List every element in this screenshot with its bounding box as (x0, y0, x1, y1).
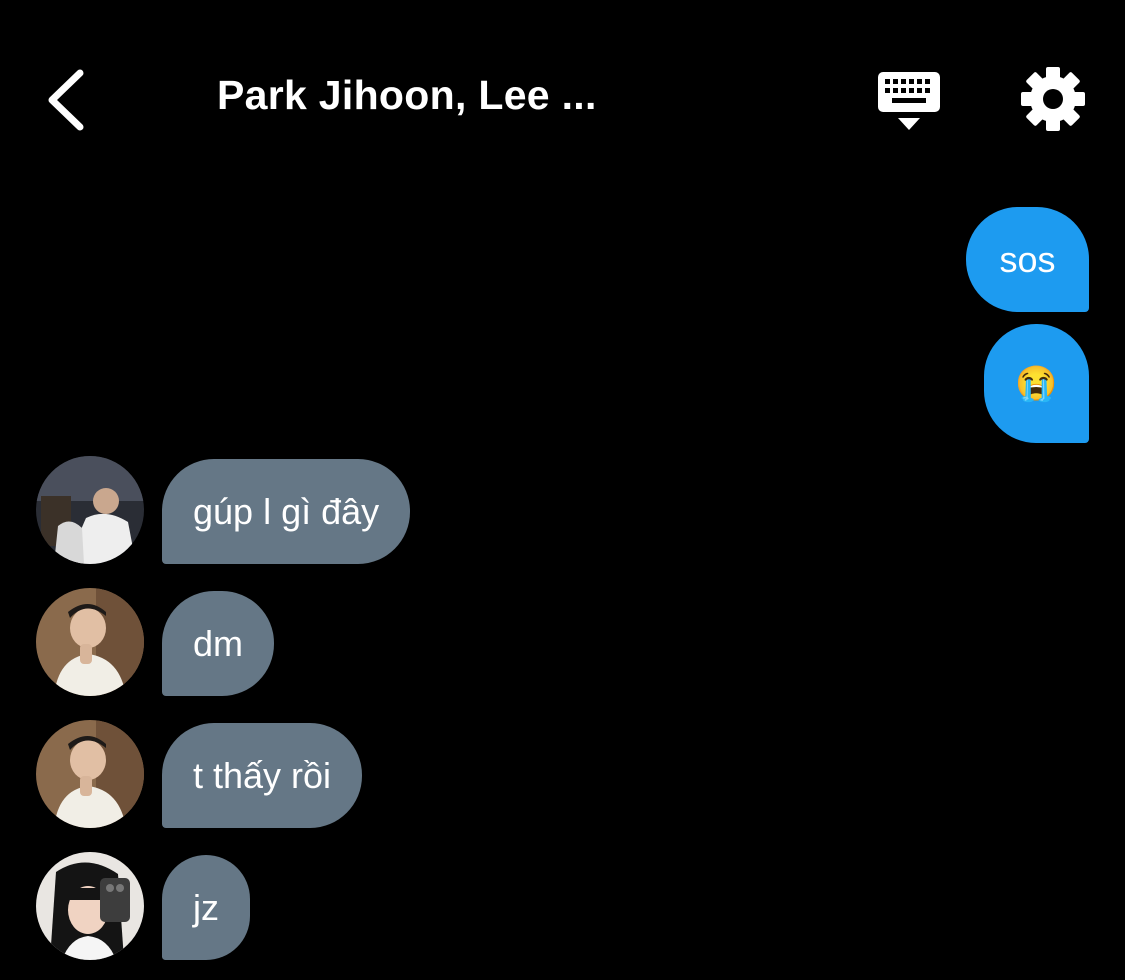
incoming-message[interactable]: gúp l gì đây (162, 459, 411, 564)
avatar[interactable] (36, 588, 144, 696)
incoming-message[interactable]: t thấy rồi (162, 723, 363, 828)
message-text: jz (193, 886, 219, 928)
message-text: gúp l gì đây (193, 490, 380, 532)
avatar[interactable] (36, 720, 144, 828)
message-text: t thấy rồi (193, 754, 332, 796)
outgoing-message[interactable]: sos (966, 207, 1089, 312)
back-button[interactable] (40, 65, 100, 135)
incoming-message[interactable]: dm (162, 591, 275, 696)
chevron-left-icon (48, 69, 84, 131)
gear-icon (1021, 67, 1085, 131)
outgoing-message[interactable]: 😭 (984, 324, 1089, 443)
conversation-header: Park Jihoon, Lee ... (0, 0, 1125, 190)
avatar[interactable] (36, 456, 144, 564)
hide-keyboard-button[interactable] (876, 70, 942, 134)
avatar[interactable] (36, 852, 144, 960)
incoming-message[interactable]: jz (162, 855, 250, 960)
message-text: dm (193, 622, 244, 664)
conversation-title[interactable]: Park Jihoon, Lee ... (217, 72, 597, 119)
crying-emoji: 😭 (1015, 364, 1058, 403)
settings-button[interactable] (1020, 66, 1086, 132)
keyboard-hide-icon (878, 72, 940, 130)
message-text: sos (999, 238, 1056, 280)
dm-conversation-screen: Park Jihoon, Lee ... sos 😭 gúp l gì đây … (0, 0, 1125, 980)
